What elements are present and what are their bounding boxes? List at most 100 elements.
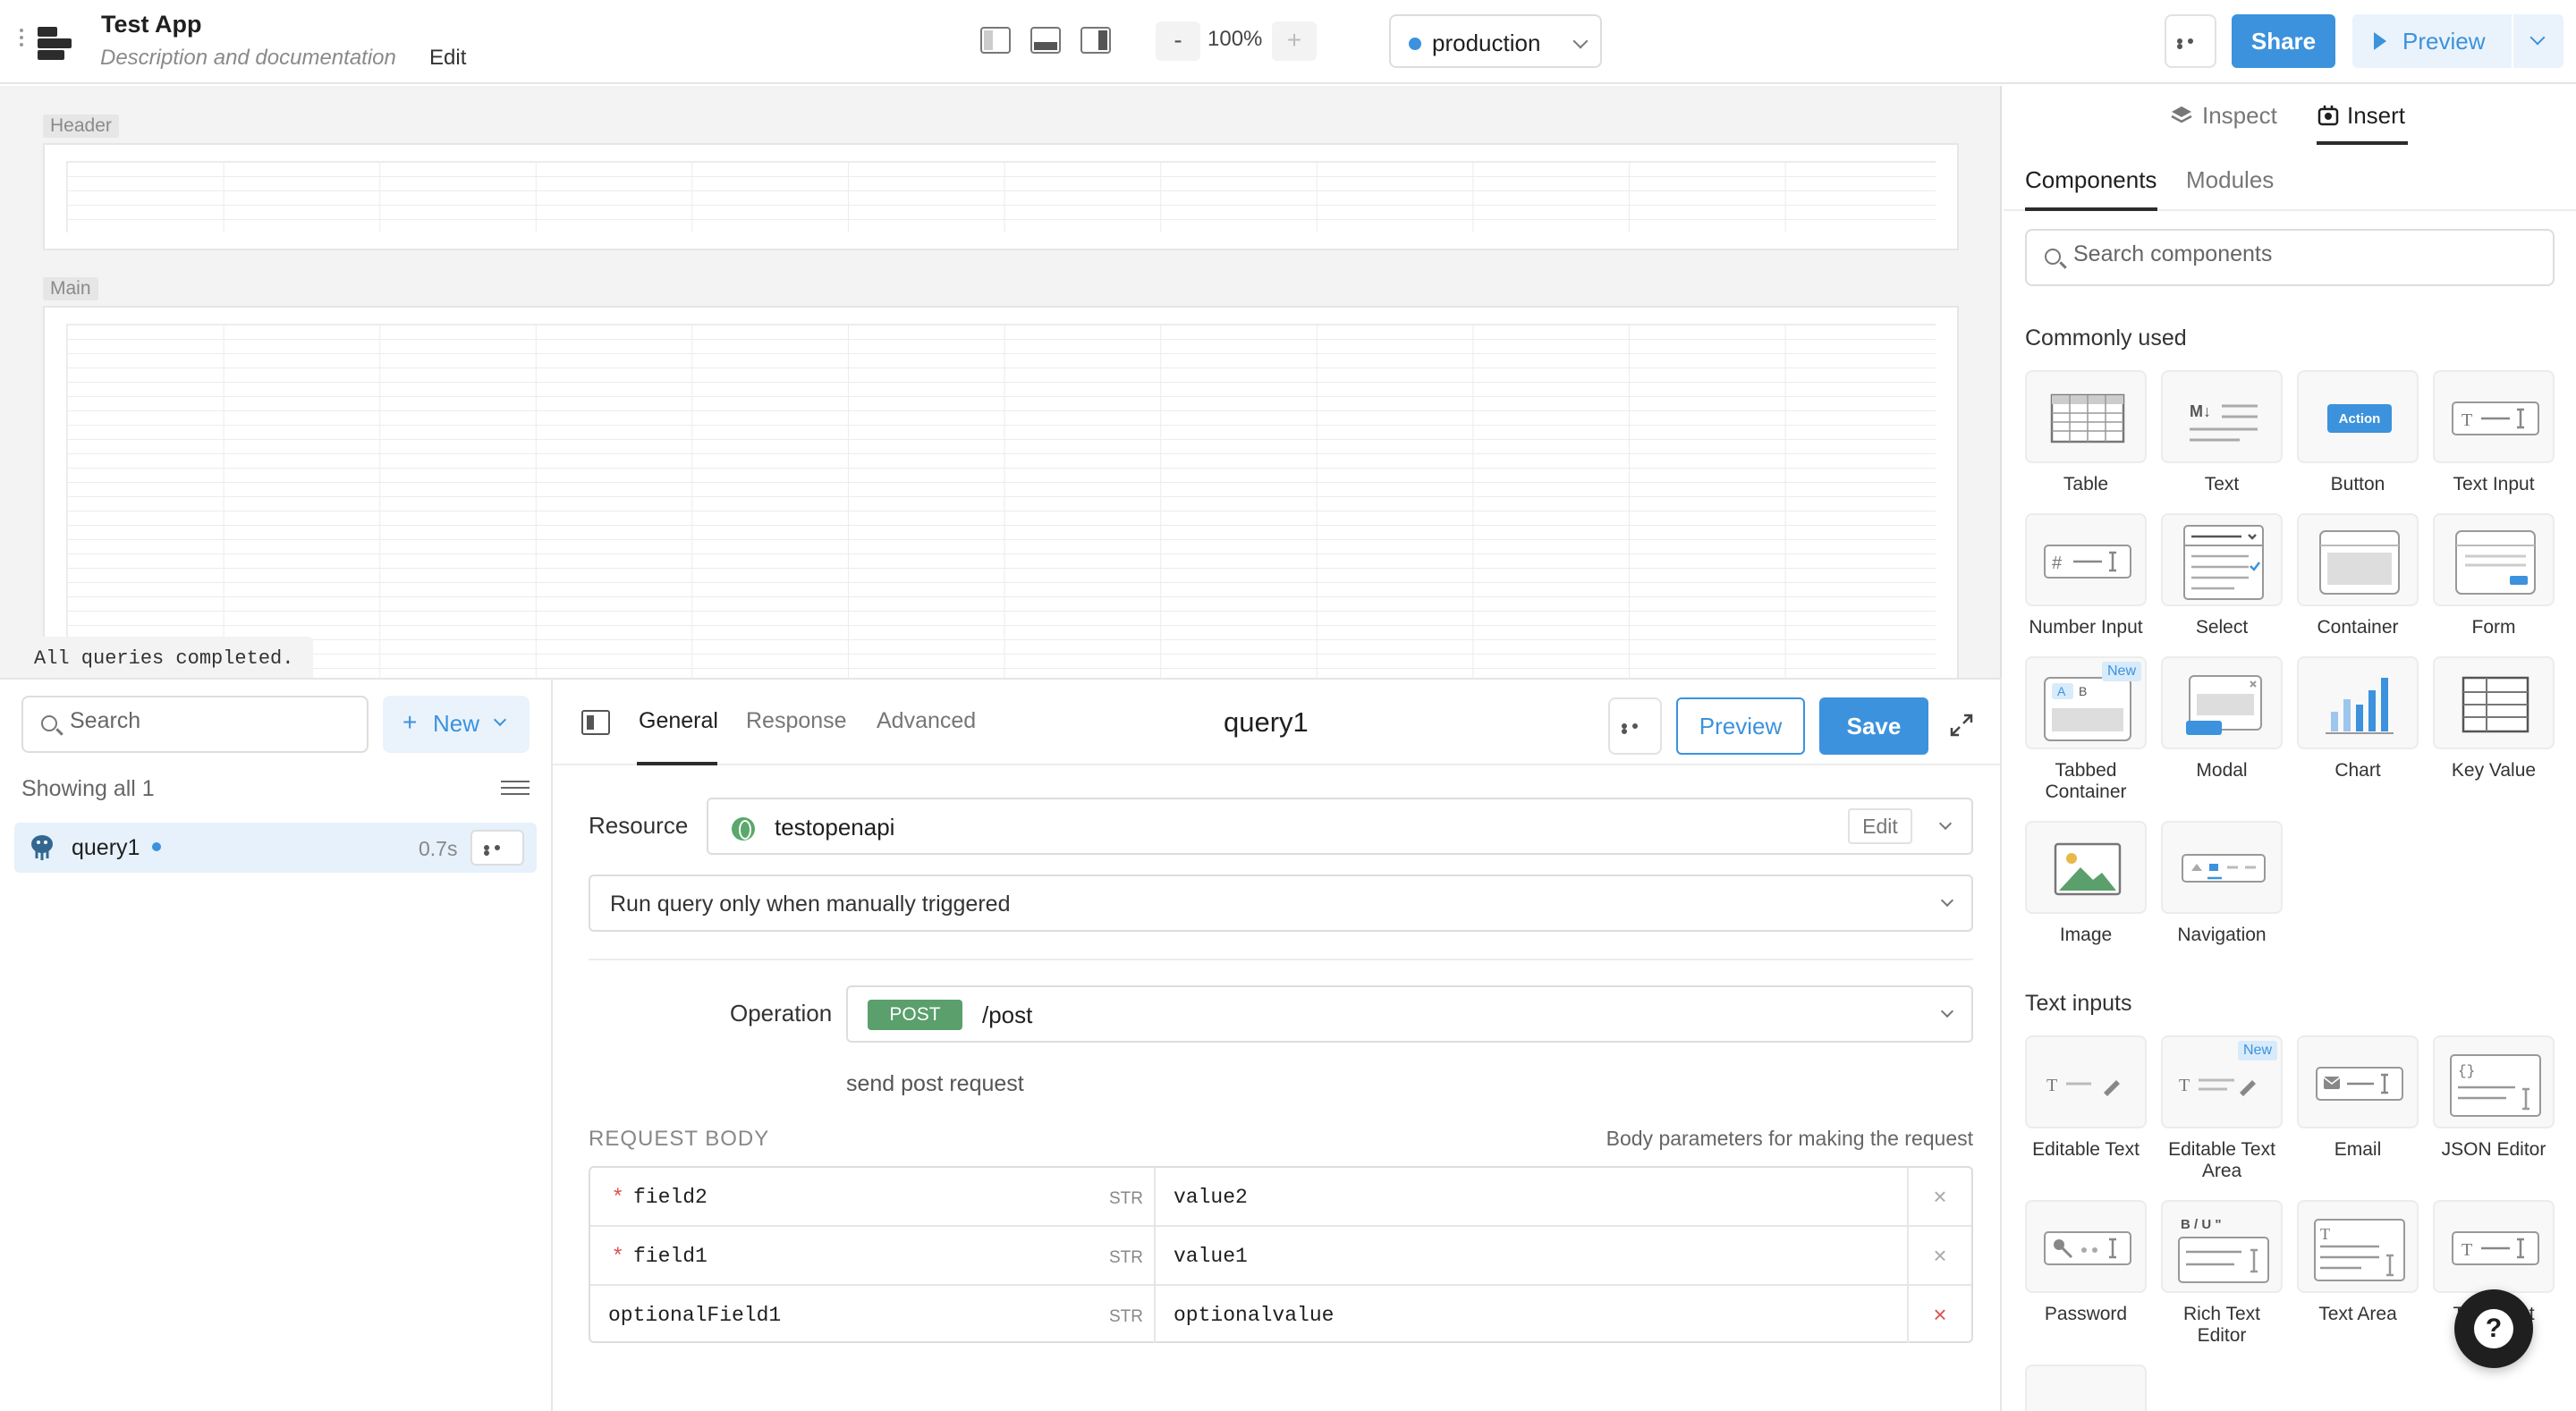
param-key-cell: optionalField1 STR: [590, 1286, 1156, 1343]
header-frame[interactable]: [43, 143, 1959, 250]
component-tabbed-container[interactable]: A B New Tabbed Container: [2025, 656, 2147, 803]
component-label: Form: [2471, 617, 2516, 638]
play-icon: [2374, 32, 2386, 50]
param-value-input[interactable]: value1: [1174, 1245, 1248, 1268]
divider: [589, 959, 1973, 960]
component-button[interactable]: Action Button: [2297, 370, 2419, 495]
component-modal[interactable]: Modal: [2161, 656, 2283, 782]
query-list-item[interactable]: query1 0.7s: [14, 823, 537, 873]
tab-insert[interactable]: Insert: [2347, 102, 2405, 130]
sidebar-toggle-icon[interactable]: [581, 710, 610, 735]
drag-handle-icon[interactable]: [20, 29, 27, 52]
plus-icon: +: [402, 708, 418, 736]
preview-options-button[interactable]: [2513, 14, 2563, 68]
param-value-input[interactable]: value2: [1174, 1186, 1248, 1209]
component-rich-text-editor[interactable]: B / U " Rich Text Editor: [2161, 1200, 2283, 1347]
param-value-input[interactable]: optionalvalue: [1174, 1304, 1334, 1327]
help-button[interactable]: ?: [2454, 1289, 2533, 1368]
app-description: Description and documentation: [100, 46, 396, 70]
param-row: * field2 STR value2 ×: [590, 1168, 1971, 1227]
edit-description-link[interactable]: Edit: [429, 46, 466, 71]
param-name: field2: [633, 1186, 708, 1209]
globe-icon: [732, 817, 755, 841]
tab-response[interactable]: Response: [746, 708, 847, 734]
toggle-left-panel-icon[interactable]: [980, 27, 1011, 54]
component-search[interactable]: [2025, 229, 2555, 286]
new-query-button[interactable]: + New: [383, 696, 530, 753]
commonly-used-title: Commonly used: [2025, 325, 2187, 351]
component-number-input[interactable]: # Number Input: [2025, 513, 2147, 638]
app-name[interactable]: Test App: [101, 11, 202, 38]
share-button[interactable]: Share: [2232, 14, 2335, 68]
new-badge: New: [2237, 1041, 2277, 1060]
app-logo-icon[interactable]: [36, 25, 75, 61]
search-icon: [41, 715, 57, 731]
query-title[interactable]: query1: [1224, 706, 1309, 739]
text-input-icon: T: [2452, 401, 2539, 435]
main-frame[interactable]: [43, 306, 1959, 699]
component-image[interactable]: Image: [2025, 821, 2147, 946]
component-text[interactable]: M↓ Text: [2161, 370, 2283, 495]
tab-general[interactable]: General: [639, 708, 718, 734]
json-editor-icon: {}: [2450, 1054, 2541, 1117]
zoom-level[interactable]: 100%: [1208, 27, 1262, 52]
remove-param-icon[interactable]: ×: [1907, 1286, 1971, 1343]
component-container[interactable]: Container: [2297, 513, 2419, 638]
query-search[interactable]: [21, 696, 369, 753]
request-body-hint: Body parameters for making the request: [1606, 1127, 1973, 1150]
component-search-input[interactable]: [2073, 241, 2342, 267]
query-name: query1: [72, 835, 140, 860]
component-navigation[interactable]: Navigation: [2161, 821, 2283, 946]
run-trigger-select[interactable]: Run query only when manually triggered: [589, 874, 1973, 932]
svg-text:T: T: [2179, 1076, 2190, 1095]
svg-text:T: T: [2462, 1240, 2472, 1260]
zoom-out-button[interactable]: -: [1156, 21, 1200, 61]
remove-param-icon[interactable]: ×: [1907, 1168, 1971, 1225]
svg-text:T: T: [2320, 1225, 2330, 1243]
app-canvas[interactable]: Header Main: [0, 86, 2002, 699]
component-select[interactable]: Select: [2161, 513, 2283, 638]
toggle-right-panel-icon[interactable]: [1080, 27, 1111, 54]
email-icon: [2316, 1067, 2403, 1101]
filter-settings-icon[interactable]: [501, 776, 530, 803]
expand-icon[interactable]: [1948, 712, 1975, 739]
environment-select[interactable]: production: [1389, 14, 1602, 68]
zoom-in-button[interactable]: +: [1272, 21, 1317, 61]
chevron-down-icon: [1940, 1004, 1954, 1018]
query-more-button[interactable]: [1608, 697, 1662, 755]
ellipsis-icon: [2177, 38, 2204, 49]
navigation-icon: [2182, 854, 2266, 883]
password-icon: [2044, 1231, 2131, 1265]
component-json-editor[interactable]: {} JSON Editor: [2433, 1035, 2555, 1161]
component-partial[interactable]: [2025, 1365, 2147, 1411]
query-search-input[interactable]: [70, 708, 338, 734]
component-editable-text-area[interactable]: T New Editable Text Area: [2161, 1035, 2283, 1182]
preview-button[interactable]: Preview: [2352, 14, 2512, 68]
component-tile: [2025, 1365, 2147, 1411]
remove-param-icon[interactable]: ×: [1907, 1227, 1971, 1284]
tab-advanced[interactable]: Advanced: [877, 708, 976, 734]
svg-text:#: #: [2052, 553, 2063, 573]
edit-resource-button[interactable]: Edit: [1848, 808, 1912, 844]
component-password[interactable]: Password: [2025, 1200, 2147, 1325]
component-form[interactable]: Form: [2433, 513, 2555, 638]
toggle-bottom-panel-icon[interactable]: [1030, 27, 1061, 54]
query-status-message: All queries completed.: [14, 637, 314, 678]
more-options-button[interactable]: [2165, 14, 2216, 68]
resource-select[interactable]: testopenapi Edit: [707, 798, 1973, 855]
query-preview-button[interactable]: Preview: [1676, 697, 1805, 755]
preview-label: Preview: [2402, 28, 2486, 55]
query-save-button[interactable]: Save: [1819, 697, 1928, 755]
tab-modules[interactable]: Modules: [2186, 166, 2274, 194]
operation-select[interactable]: POST /post: [846, 985, 1973, 1043]
component-text-area[interactable]: T Text Area: [2297, 1200, 2419, 1325]
tab-components[interactable]: Components: [2025, 166, 2157, 194]
component-table[interactable]: Table: [2025, 370, 2147, 495]
component-editable-text[interactable]: T Editable Text: [2025, 1035, 2147, 1161]
component-key-value[interactable]: Key Value: [2433, 656, 2555, 782]
query-more-button[interactable]: [470, 830, 524, 866]
component-chart[interactable]: Chart: [2297, 656, 2419, 782]
component-email[interactable]: Email: [2297, 1035, 2419, 1161]
tab-inspect[interactable]: Inspect: [2202, 102, 2277, 130]
component-text-input[interactable]: T Text Input: [2433, 370, 2555, 495]
